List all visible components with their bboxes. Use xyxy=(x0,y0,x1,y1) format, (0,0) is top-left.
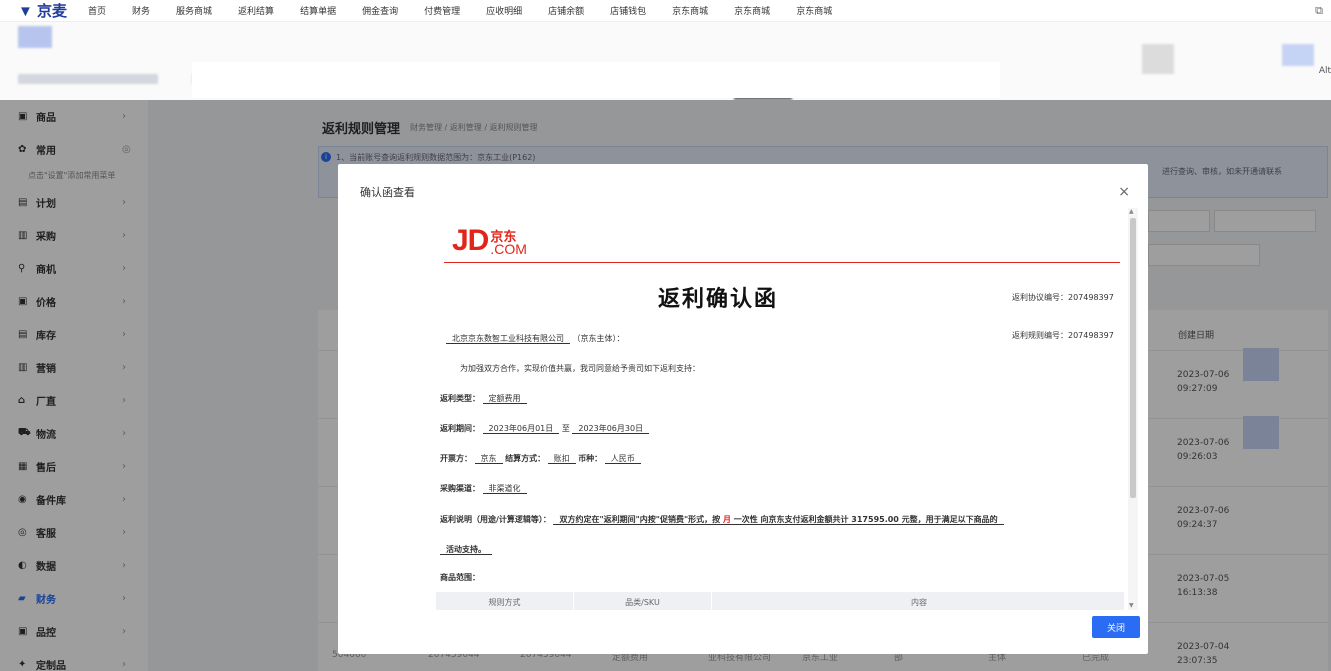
description-continued: 活动支持。 xyxy=(440,544,492,555)
channel-value: 非渠道化 xyxy=(482,484,527,494)
description-part: 活动支持。 xyxy=(440,545,492,555)
letter-scrollbar[interactable]: ▲ ▼ xyxy=(1128,208,1138,610)
column-header-rule: 规则方式 xyxy=(436,592,574,610)
search-area[interactable] xyxy=(192,62,1000,98)
description-line: 返利说明（用途/计算逻辑等）： 双方约定在"返利期间"内按"促销费"形式，按 月… xyxy=(440,514,1004,525)
scroll-thumb[interactable] xyxy=(1130,218,1136,498)
scroll-down-icon[interactable]: ▼ xyxy=(1129,602,1134,609)
channel-label: 采购渠道： xyxy=(440,484,480,493)
nav-item[interactable]: 店铺钱包 xyxy=(610,4,646,17)
currency-label: 币种： xyxy=(578,454,603,463)
agreement-number: 返利协议编号：207498397 xyxy=(1012,293,1114,302)
modal-title: 确认函查看 xyxy=(360,186,415,199)
channel-line: 采购渠道： 非渠道化 xyxy=(440,483,527,494)
top-nav: ▼ 京麦 首页 财务 服务商城 返利结算 结算单据 佣金查询 付费管理 应收明细 店铺余额 店铺钱… xyxy=(0,0,1331,22)
column-header-sku: 品类/SKU xyxy=(574,592,712,610)
scroll-up-icon[interactable]: ▲ xyxy=(1129,208,1134,215)
issuer-label: 开票方： xyxy=(440,454,472,463)
alt-label: Alt xyxy=(1318,66,1331,76)
description-month: 月 xyxy=(722,515,731,524)
rule-number: 返利规则编号：207498397 xyxy=(1012,331,1114,340)
rebate-letter: JD 京东 .COM 返利确认函 返利协议编号：207498397 返利规则编号… xyxy=(422,208,1124,610)
column-header-content: 内容 xyxy=(911,598,927,607)
nav-item[interactable]: 应收明细 xyxy=(486,4,522,17)
header-divider xyxy=(444,262,1120,263)
rebate-type-label: 返利类型： xyxy=(440,394,480,403)
blurred-block xyxy=(1142,44,1174,74)
period-to: 至 xyxy=(561,424,570,433)
app-logo[interactable]: ▼ 京麦 xyxy=(18,0,88,21)
scope-label: 商品范围： xyxy=(440,573,480,582)
blurred-block xyxy=(18,26,52,48)
company-name: 北京京东数智工业科技有限公司 xyxy=(446,334,570,344)
blurred-block xyxy=(1282,44,1314,66)
nav-item[interactable]: 京东商城 xyxy=(734,4,770,17)
period-end: 2023年06月30日 xyxy=(572,424,650,434)
nav-item[interactable]: 付费管理 xyxy=(424,4,460,17)
jd-logo-letters: JD xyxy=(452,224,489,257)
description-label: 返利说明（用途/计算逻辑等）： xyxy=(440,515,551,524)
rebate-type-line: 返利类型： 定额费用 xyxy=(440,393,527,404)
currency-value: 人民币 xyxy=(604,454,641,464)
settle-label: 结算方式： xyxy=(505,454,546,463)
issuer-value: 京东 xyxy=(474,454,503,464)
nav-item[interactable]: 佣金查询 xyxy=(362,4,398,17)
period-start: 2023年06月01日 xyxy=(482,424,560,434)
rebate-period-label: 返利期间： xyxy=(440,424,480,433)
nav-item[interactable]: 结算单据 xyxy=(300,4,336,17)
issuer-line: 开票方： 京东 结算方式： 账扣 币种： 人民币 xyxy=(440,453,641,464)
header-strip: Alt xyxy=(0,22,1331,100)
nav-item[interactable]: 京东商城 xyxy=(796,4,832,17)
nav-item[interactable]: 返利结算 xyxy=(238,4,274,17)
nav-item[interactable]: 京东商城 xyxy=(672,4,708,17)
letter-title: 返利确认函 xyxy=(658,287,779,312)
intro-text: 为加强双方合作，实现价值共赢，我司同意给予贵司如下返利支持： xyxy=(460,364,700,373)
nav-items: 首页 财务 服务商城 返利结算 结算单据 佣金查询 付费管理 应收明细 店铺余额 店铺钱包 京东商城… xyxy=(88,4,858,17)
nav-item[interactable]: 店铺余额 xyxy=(548,4,584,17)
close-button[interactable]: 关闭 xyxy=(1092,616,1140,638)
rebate-type-value: 定额费用 xyxy=(482,394,527,404)
company-suffix: （京东主体）： xyxy=(572,334,625,343)
external-link-icon[interactable]: ⧉ xyxy=(1315,4,1323,18)
description-part: 双方约定在"返利期间"内按"促销费"形式，按 xyxy=(559,515,721,524)
rebate-period-line: 返利期间： 2023年06月01日 至 2023年06月30日 xyxy=(440,423,650,434)
description-part: 一次性 向京东支付返利金额共计 317595.00 元整，用于满足以下商品的 xyxy=(733,515,998,524)
close-icon[interactable]: × xyxy=(1118,184,1130,200)
nav-item[interactable]: 财务 xyxy=(132,4,150,17)
nav-item[interactable]: 服务商城 xyxy=(176,4,212,17)
description-text: 双方约定在"返利期间"内按"促销费"形式，按 月 一次性 向京东支付返利金额共计… xyxy=(553,515,1004,525)
product-scope-table-header: 规则方式 品类/SKU 内容 xyxy=(436,592,1124,610)
nav-item[interactable]: 首页 xyxy=(88,4,106,17)
jd-logo: JD 京东 .COM xyxy=(452,224,527,257)
settle-value: 账扣 xyxy=(547,454,576,464)
addressee-line: 北京京东数智工业科技有限公司 （京东主体）： xyxy=(446,333,625,344)
blurred-block xyxy=(18,74,158,84)
confirmation-letter-modal: 确认函查看 × JD 京东 .COM 返利确认函 返利协议编号：20749839… xyxy=(338,164,1148,654)
jd-logo-com: .COM xyxy=(490,241,527,257)
